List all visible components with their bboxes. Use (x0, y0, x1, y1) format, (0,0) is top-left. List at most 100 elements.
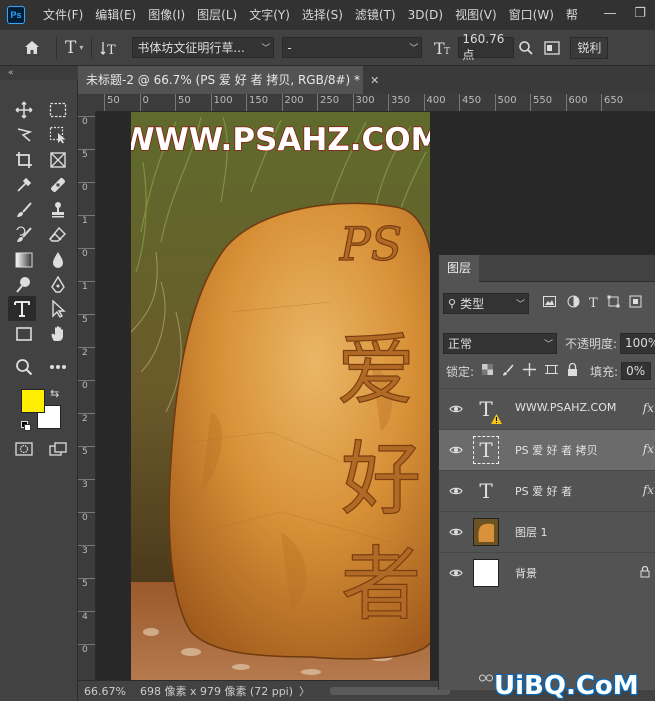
toggle-text-orientation-icon[interactable]: T (100, 40, 118, 56)
visibility-eye-icon[interactable] (449, 525, 463, 539)
menu-help[interactable]: 帮 (560, 0, 584, 30)
layer-name[interactable]: PS 爱 好 者 (515, 483, 572, 499)
filter-pixel-icon[interactable] (543, 296, 556, 310)
rectangle-tool-icon[interactable] (10, 321, 38, 346)
menu-file[interactable]: 文件(F) (37, 0, 89, 30)
lock-transparent-icon[interactable] (482, 364, 494, 378)
lock-brush-icon[interactable] (502, 363, 514, 379)
fill-field[interactable]: 0% (621, 362, 652, 380)
healing-brush-tool-icon[interactable] (44, 172, 72, 197)
visibility-eye-icon[interactable] (449, 484, 463, 498)
layer-row[interactable]: 图层 1 (439, 511, 655, 552)
ruler-corner (78, 94, 96, 112)
blend-mode-select[interactable]: 正常 ﹀ (443, 332, 557, 354)
ruler-tick-label: 5 (78, 446, 95, 457)
menu-edit[interactable]: 编辑(E) (89, 0, 142, 30)
layer-name[interactable]: WWW.PSAHZ.COM (515, 401, 616, 414)
menu-bar: Ps 文件(F) 编辑(E) 图像(I) 图层(L) 文字(Y) 选择(S) 滤… (0, 0, 655, 30)
menu-type[interactable]: 文字(Y) (243, 0, 296, 30)
menu-layer[interactable]: 图层(L) (191, 0, 243, 30)
search-icon[interactable] (518, 40, 534, 56)
screen-mode-icon[interactable] (44, 436, 72, 461)
frame-tool-icon[interactable] (44, 147, 72, 172)
layer-row-selected[interactable]: T PS 爱 好 者 拷贝 fx (439, 429, 655, 470)
lasso-tool-icon[interactable] (10, 122, 38, 147)
filter-smart-object-icon[interactable] (629, 295, 642, 311)
ruler-tick-label: 0 (139, 94, 149, 111)
layer-row[interactable]: T WWW.PSAHZ.COM fx (439, 388, 655, 429)
antialias-select[interactable]: 锐利 (570, 36, 609, 59)
carved-text-ai: 爱 (337, 326, 415, 416)
document-canvas[interactable]: PS 爱 好 者 WWW.PSAHZ.COM (131, 112, 430, 680)
menu-view[interactable]: 视图(V) (449, 0, 503, 30)
layer-name[interactable]: 图层 1 (515, 524, 548, 540)
carved-text-zhe: 者 (341, 538, 421, 631)
document-tab[interactable]: 未标题-2 @ 66.7% (PS 爱 好 者 拷贝, RGB/8#) * ✕ (78, 66, 379, 94)
font-size-field[interactable]: 160.76 点 (458, 32, 515, 62)
filter-type-icon[interactable]: T (589, 296, 598, 311)
lock-all-icon[interactable] (567, 362, 578, 379)
layer-name[interactable]: 背景 (515, 565, 537, 581)
path-selection-tool-icon[interactable] (44, 296, 72, 321)
ruler-tick-label: 300 (352, 94, 375, 111)
carved-text-hao: 好 (341, 433, 421, 526)
visibility-eye-icon[interactable] (449, 443, 463, 457)
layer-name[interactable]: PS 爱 好 者 拷贝 (515, 442, 598, 458)
opacity-field[interactable]: 100% (620, 332, 655, 354)
layer-filter-select[interactable]: ⚲ 类型 ﹀ (443, 292, 529, 314)
object-selection-tool-icon[interactable] (44, 122, 72, 147)
text-tool-preset-icon[interactable]: T ▾ (65, 38, 83, 58)
hand-tool-icon[interactable] (44, 321, 72, 346)
home-icon[interactable] (24, 40, 40, 55)
menu-select[interactable]: 选择(S) (296, 0, 349, 30)
eyedropper-tool-icon[interactable] (10, 172, 38, 197)
history-brush-tool-icon[interactable] (10, 222, 38, 247)
minimize-button[interactable]: — (595, 0, 625, 30)
close-icon[interactable]: ✕ (370, 74, 379, 87)
menu-filter[interactable]: 滤镜(T) (349, 0, 402, 30)
photoshop-logo: Ps (7, 6, 25, 24)
blur-tool-icon[interactable] (44, 247, 72, 272)
collapse-toolbar-button[interactable]: « (0, 66, 78, 80)
filter-shape-icon[interactable] (607, 295, 620, 311)
font-family-select[interactable]: 书体坊文征明行草... ﹀ (132, 37, 275, 58)
horizontal-scrollbar[interactable] (330, 687, 451, 695)
layer-effects-icon[interactable]: fx (643, 401, 654, 415)
menu-image[interactable]: 图像(I) (142, 0, 191, 30)
layer-row[interactable]: 背景 (439, 552, 655, 593)
status-menu-arrow[interactable]: 〉 (299, 683, 310, 699)
visibility-eye-icon[interactable] (449, 402, 463, 416)
move-tool-icon[interactable] (10, 97, 38, 122)
zoom-tool-icon[interactable] (10, 354, 38, 379)
link-layers-icon[interactable] (479, 671, 493, 685)
layer-row[interactable]: T PS 爱 好 者 fx (439, 470, 655, 511)
menu-window[interactable]: 窗口(W) (503, 0, 560, 30)
lock-position-icon[interactable] (523, 363, 537, 379)
default-colors-icon[interactable] (21, 420, 31, 431)
layer-effects-icon[interactable]: fx (643, 483, 654, 497)
eraser-tool-icon[interactable] (44, 222, 72, 247)
layer-effects-icon[interactable]: fx (643, 442, 654, 456)
foreground-color-swatch[interactable] (21, 389, 45, 413)
crop-tool-icon[interactable] (10, 147, 38, 172)
quick-mask-icon[interactable] (10, 436, 38, 461)
clone-stamp-tool-icon[interactable] (44, 197, 72, 222)
restore-button[interactable]: ❐ (625, 0, 655, 30)
brush-tool-icon[interactable] (10, 197, 38, 222)
swap-colors-icon[interactable]: ⇆ (50, 387, 59, 400)
pen-tool-icon[interactable] (44, 272, 72, 297)
panel-toggle-icon[interactable] (544, 40, 561, 55)
type-tool-icon[interactable] (8, 296, 36, 321)
menu-3d[interactable]: 3D(D) (402, 0, 449, 30)
filter-adjustment-icon[interactable] (567, 295, 580, 311)
tab-layers[interactable]: 图层 (439, 255, 479, 282)
marquee-tool-icon[interactable] (44, 97, 72, 122)
more-tools-icon[interactable] (44, 354, 72, 379)
ruler-tick-label: 200 (281, 94, 304, 111)
visibility-eye-icon[interactable] (449, 566, 463, 580)
dodge-tool-icon[interactable] (10, 272, 38, 297)
gradient-tool-icon[interactable] (10, 247, 38, 272)
lock-artboard-icon[interactable] (545, 363, 559, 379)
zoom-level[interactable]: 66.67% (84, 685, 126, 698)
font-style-select[interactable]: - ﹀ (282, 37, 423, 58)
